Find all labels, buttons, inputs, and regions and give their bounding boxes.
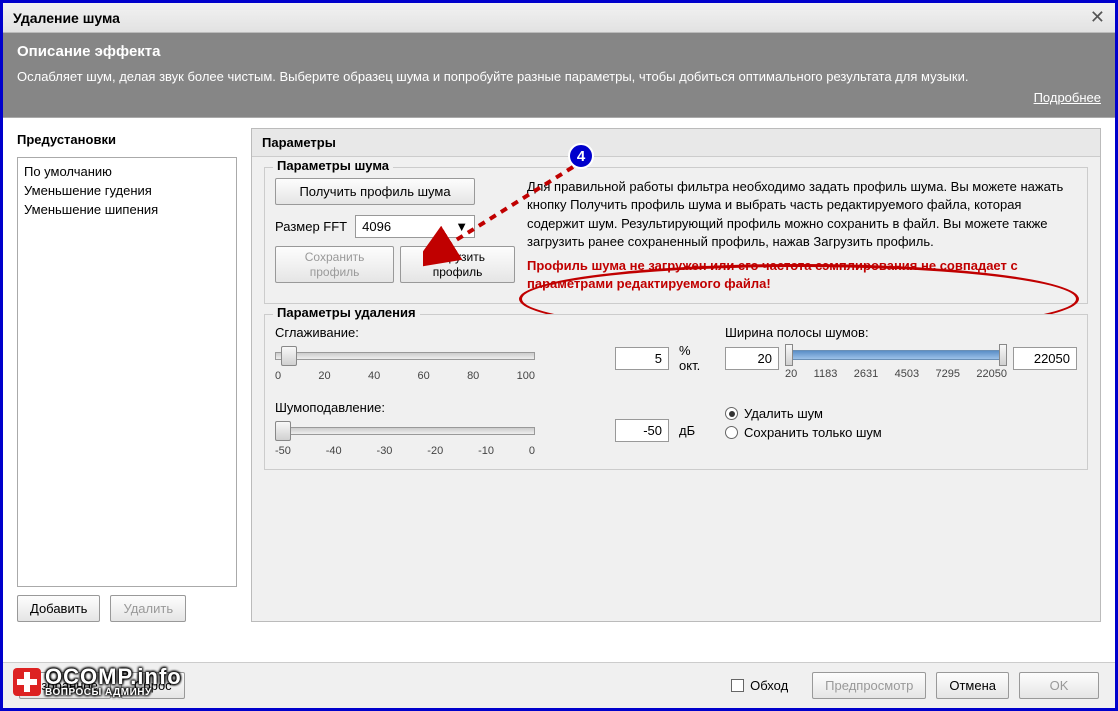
reduction-label: Шумоподавление: (275, 400, 585, 415)
tick: 1183 (814, 368, 838, 380)
profile-warning-text: Профиль шума не загружен или его частота… (527, 257, 1077, 293)
bandwidth-label: Ширина полосы шумов: (725, 325, 1077, 340)
preset-list[interactable]: По умолчанию Уменьшение гудения Уменьшен… (17, 157, 237, 587)
ok-button[interactable]: OK (1019, 672, 1099, 699)
tick: 22050 (976, 368, 1007, 380)
titlebar: Удаление шума ✕ (3, 3, 1115, 33)
radio-icon (725, 407, 738, 420)
dialog-window: Удаление шума ✕ Описание эффекта Ослабля… (0, 0, 1118, 711)
plus-icon (13, 668, 41, 696)
description-text: Ослабляет шум, делая звук более чистым. … (17, 68, 1101, 86)
add-preset-button[interactable]: Добавить (17, 595, 100, 622)
params-title: Параметры (252, 129, 1100, 157)
removal-params-group: Параметры удаления Сглаживание: 0 (264, 314, 1088, 470)
tick: -30 (377, 445, 393, 457)
smoothing-label: Сглаживание: (275, 325, 585, 340)
tick: 4503 (895, 368, 919, 380)
smoothing-unit: % окт. (679, 343, 700, 373)
bandwidth-range[interactable]: 20 1183 2631 4503 7295 22050 (785, 344, 1007, 372)
fft-value: 4096 (362, 219, 391, 234)
more-link[interactable]: Подробнее (1034, 90, 1101, 105)
tick: 100 (517, 370, 535, 382)
mode-remove-radio[interactable]: Удалить шум (725, 406, 1077, 421)
tick: -50 (275, 445, 291, 457)
watermark-sub: ВОПРОСЫ АДМИНУ (45, 688, 182, 698)
annotation-badge-4: 4 (568, 143, 594, 169)
preset-item[interactable]: По умолчанию (24, 162, 230, 181)
watermark: OCOMP.info ВОПРОСЫ АДМИНУ (13, 666, 182, 698)
description-panel: Описание эффекта Ослабляет шум, делая зв… (3, 33, 1115, 118)
watermark-main: OCOMP.info (45, 666, 182, 688)
reduction-slider-thumb[interactable] (275, 421, 291, 441)
mode-keep-radio[interactable]: Сохранить только шум (725, 425, 1077, 440)
removal-group-title: Параметры удаления (273, 305, 420, 320)
reduction-slider[interactable]: -50 -40 -30 -20 -10 0 (275, 419, 535, 447)
tick: 80 (467, 370, 479, 382)
tick: 40 (368, 370, 380, 382)
bypass-checkbox[interactable]: Обход (731, 678, 788, 693)
close-icon[interactable]: ✕ (1090, 7, 1105, 28)
bandwidth-thumb-high[interactable] (999, 344, 1007, 366)
tick: 0 (529, 445, 535, 457)
tick: 20 (318, 370, 330, 382)
noise-params-group: Параметры шума Получить профиль шума Раз… (264, 167, 1088, 304)
chevron-down-icon: ▼ (455, 219, 468, 234)
description-title: Описание эффекта (17, 43, 1101, 60)
params-panel: Параметры Параметры шума Получить профил… (251, 128, 1101, 622)
bandwidth-thumb-low[interactable] (785, 344, 793, 366)
cancel-button[interactable]: Отмена (936, 672, 1009, 699)
preset-item[interactable]: Уменьшение гудения (24, 181, 230, 200)
mode-remove-label: Удалить шум (744, 406, 823, 421)
remove-preset-button[interactable]: Удалить (110, 595, 186, 622)
smoothing-slider-thumb[interactable] (281, 346, 297, 366)
tick: -10 (478, 445, 494, 457)
window-title: Удаление шума (13, 10, 120, 26)
mode-keep-label: Сохранить только шум (744, 425, 882, 440)
tick: 7295 (936, 368, 960, 380)
bandwidth-low-input[interactable] (725, 347, 779, 370)
presets-panel: Предустановки По умолчанию Уменьшение гу… (17, 128, 237, 622)
smoothing-slider[interactable]: 0 20 40 60 80 100 (275, 344, 535, 372)
bandwidth-high-input[interactable] (1013, 347, 1077, 370)
get-noise-profile-button[interactable]: Получить профиль шума (275, 178, 475, 205)
save-profile-button[interactable]: Сохранить профиль (275, 246, 394, 283)
reduction-input[interactable] (615, 419, 669, 442)
radio-icon (725, 426, 738, 439)
preview-button[interactable]: Предпросмотр (812, 672, 926, 699)
fft-label: Размер FFT (275, 219, 347, 234)
tick: -20 (427, 445, 443, 457)
tick: 20 (785, 368, 797, 380)
fft-size-select[interactable]: 4096 ▼ (355, 215, 475, 238)
noise-info-text: Для правильной работы фильтра необходимо… (527, 178, 1077, 251)
checkbox-icon (731, 679, 744, 692)
tick: 60 (418, 370, 430, 382)
bypass-label: Обход (750, 678, 788, 693)
smoothing-input[interactable] (615, 347, 669, 370)
noise-group-title: Параметры шума (273, 158, 393, 173)
reduction-unit: дБ (679, 423, 695, 438)
preset-item[interactable]: Уменьшение шипения (24, 200, 230, 219)
tick: 0 (275, 370, 281, 382)
tick: -40 (326, 445, 342, 457)
tick: 2631 (854, 368, 878, 380)
presets-title: Предустановки (17, 128, 237, 151)
load-profile-button[interactable]: Загрузить профиль (400, 246, 515, 283)
